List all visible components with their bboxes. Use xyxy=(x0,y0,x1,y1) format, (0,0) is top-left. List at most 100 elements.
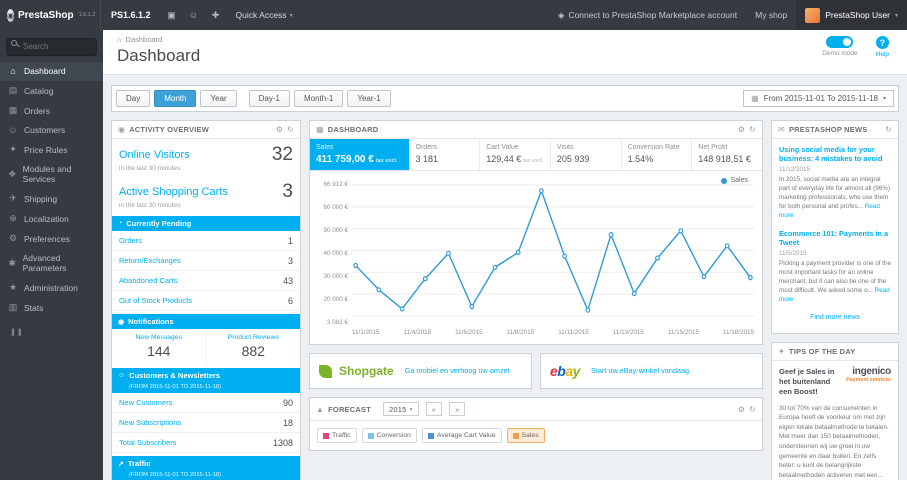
kpi-value: 1.54% xyxy=(627,154,654,164)
customers-row-new-subscriptions[interactable]: New Subscriptions 18 xyxy=(112,413,300,433)
my-shop-link[interactable]: My shop xyxy=(746,10,796,20)
toggle-switch[interactable] xyxy=(826,36,854,48)
forecast-year-select[interactable]: 2015 ▾ xyxy=(382,402,419,416)
article-title[interactable]: Using social media for your business: 4 … xyxy=(779,145,891,164)
pending-row-out-of-stock[interactable]: Out of Stock Products 6 xyxy=(112,291,300,311)
kpi-cart-value[interactable]: Cart Value 129,44 € tax excl. xyxy=(480,139,551,170)
filter-year-button[interactable]: Year xyxy=(200,90,237,107)
ebay-ad[interactable]: ebay Start uw eBay-winkel vandaag xyxy=(540,353,763,389)
row-label: Out of Stock Products xyxy=(119,296,192,305)
date-range-picker[interactable]: ▦ From 2015-11-01 To 2015-11-18 ▾ xyxy=(743,90,894,107)
kpi-conversion-rate[interactable]: Conversion Rate 1.54% xyxy=(622,139,693,170)
filter-day-button[interactable]: Day xyxy=(116,90,151,107)
pending-row-orders[interactable]: Orders 1 xyxy=(112,231,300,251)
demo-mode-toggle[interactable]: Demo mode xyxy=(822,36,858,58)
refresh-icon[interactable]: ↻ xyxy=(749,125,756,134)
page-header: ⌂ Dashboard Dashboard Demo mode ? Help xyxy=(103,30,907,75)
forecast-legend-chip[interactable]: Average Cart Value xyxy=(421,428,502,443)
refresh-icon[interactable]: ↻ xyxy=(885,125,892,134)
filter-month-1-button[interactable]: Month-1 xyxy=(293,90,344,107)
refresh-icon[interactable]: ↻ xyxy=(287,125,294,134)
quick-access-menu[interactable]: Quick Access ▾ xyxy=(227,10,302,20)
quick-access-label: Quick Access xyxy=(235,10,287,20)
new-messages-cell[interactable]: New Messages 144 xyxy=(112,329,207,365)
cell-value: 882 xyxy=(241,343,265,359)
find-more-news-link[interactable]: Find more news xyxy=(779,312,891,327)
online-visitors-sub: in the last 30 minutes xyxy=(119,165,181,172)
forecast-legend-chip[interactable]: Traffic xyxy=(317,428,357,443)
forecast-legend-chip[interactable]: Sales xyxy=(506,428,545,443)
filter-month-button[interactable]: Month xyxy=(154,90,197,107)
customers-row-new-customers[interactable]: New Customers 90 xyxy=(112,393,300,413)
article-date: 11/5/2015 xyxy=(779,249,807,257)
prestashop-news-panel: ✉ PrestaShop News ↻ Using social media f… xyxy=(771,120,899,335)
row-value: 43 xyxy=(282,275,293,286)
ebay-letter-2: a xyxy=(565,363,573,379)
breadcrumb-label: Dashboard xyxy=(125,35,163,44)
shop-name[interactable]: PS1.6.1.2 xyxy=(100,0,161,30)
kpi-visits[interactable]: Visits 205 939 xyxy=(551,139,622,170)
user-menu[interactable]: PrestaShop User ▾ xyxy=(796,0,907,30)
date-range-label: From 2015-11-01 To 2015-11-18 xyxy=(763,94,878,103)
sidebar-item-label: Preferences xyxy=(24,233,70,244)
help-button[interactable]: ? Help xyxy=(876,36,889,58)
chip-label: Average Cart Value xyxy=(436,432,496,439)
filter-day-1-button[interactable]: Day-1 xyxy=(248,90,290,107)
sidebar-item-dashboard[interactable]: ⌂ Dashboard xyxy=(0,61,103,81)
profile-icon[interactable]: ☺ xyxy=(183,0,205,30)
gear-icon[interactable]: ⚙ xyxy=(276,125,283,134)
collapse-sidebar-button[interactable]: ❚❚ xyxy=(0,318,103,346)
pending-row-abandoned-carts[interactable]: Abandoned Carts 43 xyxy=(112,271,300,291)
sidebar-item-label: Administration xyxy=(24,282,78,293)
gear-icon[interactable]: ⚙ xyxy=(738,405,745,414)
sidebar-item-administration[interactable]: ★ Administration xyxy=(0,278,103,298)
filter-year-1-button[interactable]: Year-1 xyxy=(347,90,391,107)
add-icon[interactable]: ✚ xyxy=(205,0,227,30)
cart-icon[interactable]: ▣ xyxy=(161,0,183,30)
sidebar-item-orders[interactable]: ▦ Orders xyxy=(0,101,103,121)
sidebar-item-modules[interactable]: ❖ Modules and Services xyxy=(0,160,103,189)
breadcrumb-home-icon: ⌂ xyxy=(117,35,122,44)
ingenico-logo: ingenico Payment services xyxy=(846,367,891,384)
sidebar-item-label: Advanced Parameters xyxy=(22,253,67,273)
pending-row-returns[interactable]: Return/Exchanges 3 xyxy=(112,251,300,271)
sidebar-item-price-rules[interactable]: ✦ Price Rules xyxy=(0,140,103,160)
kpi-sales[interactable]: Sales 411 759,00 € tax excl. xyxy=(310,139,410,170)
shopgate-ad[interactable]: Shopgate Ga mobiel en verhoog uw omzet xyxy=(309,353,532,389)
sidebar-item-advanced-parameters[interactable]: ✱ Advanced Parameters xyxy=(0,249,103,278)
kpi-note: tax excl. xyxy=(375,158,398,164)
sidebar-item-customers[interactable]: ☺ Customers xyxy=(0,121,103,140)
article-title[interactable]: Ecommerce 101: Payments in a Tweet xyxy=(779,229,891,248)
active-carts-metric[interactable]: Active Shopping Carts in the last 30 min… xyxy=(112,176,300,213)
forecast-legend-chip[interactable]: Conversion xyxy=(361,428,417,443)
kpi-net-profit[interactable]: Net Profit 148 918,51 € xyxy=(692,139,762,170)
help-label: Help xyxy=(875,51,889,58)
sales-line-chart[interactable] xyxy=(352,181,754,326)
next-year-button[interactable]: » xyxy=(449,402,466,416)
sidebar-item-preferences[interactable]: ⚙ Preferences xyxy=(0,229,103,249)
kpi-orders[interactable]: Orders 3 181 xyxy=(410,139,481,170)
marketplace-link[interactable]: ◈ Connect to PrestaShop Marketplace acco… xyxy=(549,10,746,21)
chart-legend[interactable]: Sales xyxy=(721,177,748,184)
tips-icon: ✦ xyxy=(778,347,785,357)
topbar: ◉ PrestaShop 1.6.1.2 PS1.6.1.2 ▣ ☺ ✚ Qui… xyxy=(0,0,907,30)
prev-year-button[interactable]: « xyxy=(425,402,443,416)
sidebar-item-shipping[interactable]: ✈ Shipping xyxy=(0,189,103,209)
shopgate-cta[interactable]: Ga mobiel en verhoog uw omzet xyxy=(405,366,510,375)
forecast-icon: ▲ xyxy=(316,404,325,414)
sidebar-item-localization[interactable]: ⊕ Localization xyxy=(0,209,103,229)
gear-icon[interactable]: ⚙ xyxy=(738,125,745,134)
refresh-icon[interactable]: ↻ xyxy=(749,405,756,414)
sidebar-item-label: Dashboard xyxy=(24,66,66,76)
people-icon: ☺ xyxy=(118,372,126,379)
online-visitors-metric[interactable]: Online Visitors in the last 30 minutes 3… xyxy=(112,139,300,176)
customers-row-total-subscribers[interactable]: Total Subscribers 1308 xyxy=(112,433,300,453)
ebay-cta[interactable]: Start uw eBay-winkel vandaag xyxy=(591,366,689,375)
sidebar-item-stats[interactable]: ▥ Stats xyxy=(0,298,103,318)
sidebar-item-catalog[interactable]: ▤ Catalog xyxy=(0,81,103,101)
product-reviews-cell[interactable]: Product Reviews 882 xyxy=(207,329,301,365)
breadcrumb[interactable]: ⌂ Dashboard xyxy=(117,35,893,44)
kpi-value: 129,44 € tax excl. xyxy=(486,154,544,164)
prestashop-logo[interactable]: ◉ PrestaShop 1.6.1.2 xyxy=(0,8,100,22)
kpi-label: Net Profit xyxy=(698,144,728,151)
